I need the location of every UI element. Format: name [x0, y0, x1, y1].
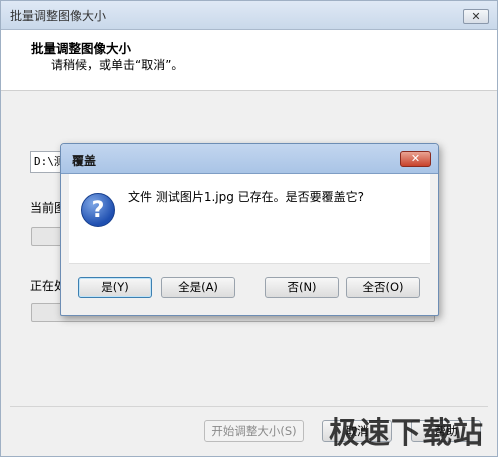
overwrite-dialog: 覆盖 ✕ ? 文件 测试图片1.jpg 已存在。是否要覆盖它? 是(Y) 全是(… [60, 143, 439, 316]
dialog-body: ? 文件 测试图片1.jpg 已存在。是否要覆盖它? [69, 174, 430, 263]
footer-divider [10, 406, 488, 407]
watermark: 极速下载站 [329, 416, 484, 451]
no-button[interactable]: 否(N) [265, 277, 339, 298]
yes-button[interactable]: 是(Y) [78, 277, 152, 298]
current-image-label: 当前图 [30, 201, 64, 215]
dialog-divider [69, 263, 430, 264]
window-title: 批量调整图像大小 [10, 9, 107, 23]
start-resize-button[interactable]: 开始调整大小(S) [204, 420, 304, 442]
question-icon: ? [81, 193, 115, 227]
header-subtitle: 请稍候，或单击“取消”。 [51, 58, 184, 72]
yes-to-all-button[interactable]: 全是(A) [161, 277, 235, 298]
window-close-button[interactable]: ✕ [463, 9, 489, 24]
header-panel: 批量调整图像大小 请稍候，或单击“取消”。 [1, 30, 497, 91]
window-titlebar: 批量调整图像大小 ✕ [1, 1, 497, 30]
header-title: 批量调整图像大小 [31, 41, 132, 56]
dialog-titlebar: 覆盖 ✕ [61, 144, 438, 174]
dialog-message: 文件 测试图片1.jpg 已存在。是否要覆盖它? [128, 190, 365, 204]
dialog-close-button[interactable]: ✕ [400, 151, 431, 167]
processing-label: 正在处 [30, 279, 64, 293]
no-to-all-button[interactable]: 全否(O) [346, 277, 420, 298]
dialog-title: 覆盖 [72, 154, 97, 168]
